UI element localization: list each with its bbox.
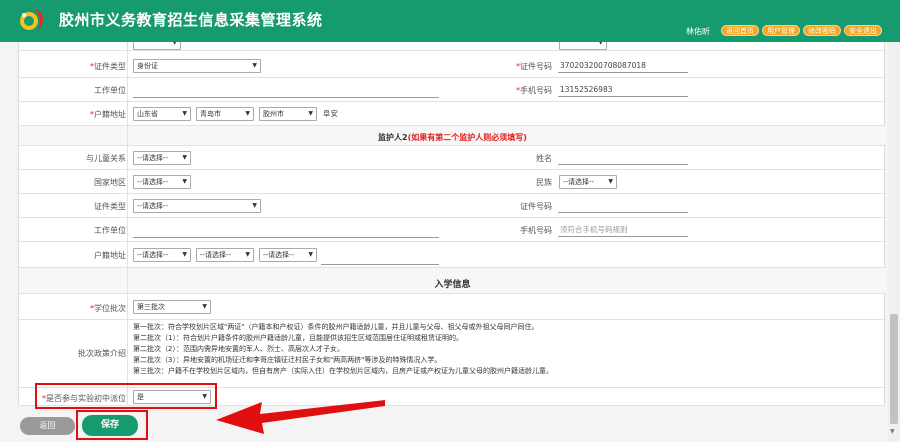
partial-select[interactable]: ▼ [133,42,181,50]
form-row-hukou: *户籍地址 山东省 ▼ 青岛市 ▼ 胶州市 ▼ 阜安 [19,102,886,126]
form-row-id2: 证件类型 --请选择-- ▼ 证件号码 [19,194,886,218]
work-unit2-input[interactable] [133,224,439,238]
id-type2-label: 证件类型 [94,202,126,211]
home-link[interactable]: 返回首页 [721,25,759,36]
app-title: 胶州市义务教育招生信息采集管理系统 [59,11,323,29]
highlight-save [76,410,148,440]
back-button[interactable]: 返回 [20,417,75,435]
partial-select-right[interactable]: ▼ [559,42,607,50]
guardian2-note: (如果有第二个监护人则必须填写) [407,133,527,142]
policy-text: 第一批次：符合学校划片区域"两证"（户籍本和产权证）条件的胶州户籍适龄儿童，并且… [133,322,553,377]
user-management-link[interactable]: 用户管理 [762,25,800,36]
annotation-arrow-icon [216,400,385,434]
hukou2-district-select[interactable]: --请选择-- ▼ [259,248,317,262]
hukou-district-select[interactable]: 胶州市 ▼ [259,107,317,121]
ethnic-label: 民族 [536,178,552,187]
id-type2-select[interactable]: --请选择-- ▼ [133,199,261,213]
relation-select[interactable]: --请选择-- ▼ [133,151,191,165]
highlight-experiment [35,383,217,409]
chevron-down-icon: ▼ [252,62,257,69]
country-select[interactable]: --请选择-- ▼ [133,175,191,189]
id-number2-input[interactable] [558,199,688,213]
name-input[interactable] [558,151,688,165]
form-row-work: 工作单位 *手机号码 13152526983 [19,78,886,102]
phone-label: 手机号码 [520,86,552,95]
form-row-partial: ▼ ▼ [19,42,886,51]
hukou2-label: 户籍地址 [94,251,126,260]
work-unit-label: 工作单位 [94,86,126,95]
form-row-batch: *学位批次 第三批次 ▼ [19,294,886,320]
relation-label: 与儿童关系 [86,154,126,163]
form-row-id: *证件类型 身份证 ▼ *证件号码 370203200708087018 [19,54,886,78]
hukou2-city-select[interactable]: --请选择-- ▼ [196,248,254,262]
scroll-down-icon[interactable]: ▼ [890,428,895,435]
id-type-select[interactable]: 身份证 ▼ [133,59,261,73]
hukou-city-select[interactable]: 青岛市 ▼ [196,107,254,121]
scrollbar-thumb[interactable] [890,314,898,424]
enrollment-section-header: 入学信息 [19,268,886,294]
policy-line: 第一批次：符合学校划片区域"两证"（户籍本和产权证）条件的胶州户籍适龄儿童，并且… [133,323,539,331]
top-links: 返回首页 用户管理 修改密码 安全退出 [721,25,882,36]
column-divider [127,42,128,406]
hukou-province-select[interactable]: 山东省 ▼ [133,107,191,121]
policy-line: 第三批次：户籍不在学校划片区域内，但自有房产（实际入住）在学校划片区域内，且房产… [133,367,553,375]
work-unit-input[interactable] [133,84,439,98]
policy-label: 批次政策介绍 [78,349,126,358]
country-label: 国家地区 [94,178,126,187]
id-number2-label: 证件号码 [520,202,552,211]
id-number-label: 证件号码 [520,62,552,71]
policy-line: 第二批次（2）：范围内需异地安置的军人、烈士、高层次人才子女。 [133,345,344,353]
form-row-work2: 工作单位 手机号码 须符合手机号码规则 [19,218,886,242]
change-password-link[interactable]: 修改密码 [803,25,841,36]
form-panel: ▼ ▼ *证件类型 身份证 ▼ *证件号码 370203200708087018 … [18,42,886,406]
name-label: 姓名 [536,154,552,163]
phone2-label: 手机号码 [520,226,552,235]
form-row-country: 国家地区 --请选择-- ▼ 民族 --请选择-- ▼ [19,170,886,194]
form-row-relation: 与儿童关系 --请选择-- ▼ 姓名 [19,146,886,170]
work-unit2-label: 工作单位 [94,226,126,235]
phone-input[interactable]: 13152526983 [558,83,688,97]
policy-line: 第二批次（1）：符合划片户籍条件的胶州户籍适龄儿童，且能提供该招生区域范围居住证… [133,334,463,342]
id-type-label: 证件类型 [94,62,126,71]
batch-select[interactable]: 第三批次 ▼ [133,300,211,314]
hukou2-province-select[interactable]: --请选择-- ▼ [133,248,191,262]
ethnic-select[interactable]: --请选择-- ▼ [559,175,617,189]
content-area: ▼ ▼ *证件类型 身份证 ▼ *证件号码 370203200708087018 … [0,42,900,442]
current-user: 林佑昕 [686,27,710,36]
form-row-hukou2: 户籍地址 --请选择-- ▼ --请选择-- ▼ --请选择-- ▼ [19,242,886,268]
logout-link[interactable]: 安全退出 [844,25,882,36]
phone2-input[interactable]: 须符合手机号码规则 [558,223,688,237]
app-header: 胶州市义务教育招生信息采集管理系统 林佑昕 返回首页 用户管理 修改密码 安全退… [0,0,900,42]
form-row-policy: 批次政策介绍 第一批次：符合学校划片区域"两证"（户籍本和产权证）条件的胶州户籍… [19,320,886,388]
policy-line: 第二批次（3）：异地安置的机场征迁和李哥庄镇征迁村民子女和"两高两挤"等涉及的特… [133,356,442,364]
logo-icon [20,9,43,31]
guardian2-title: 监护人2 [378,133,408,142]
enrollment-title: 入学信息 [434,280,471,290]
hukou-label: 户籍地址 [94,110,126,119]
hukou-detail-input[interactable]: 阜安 [321,107,439,121]
hukou2-detail-input[interactable] [321,251,439,265]
id-number-input[interactable]: 370203200708087018 [558,59,688,73]
guardian2-section-header: 监护人2(如果有第二个监护人则必须填写) [19,126,886,146]
batch-label: 学位批次 [94,304,126,313]
